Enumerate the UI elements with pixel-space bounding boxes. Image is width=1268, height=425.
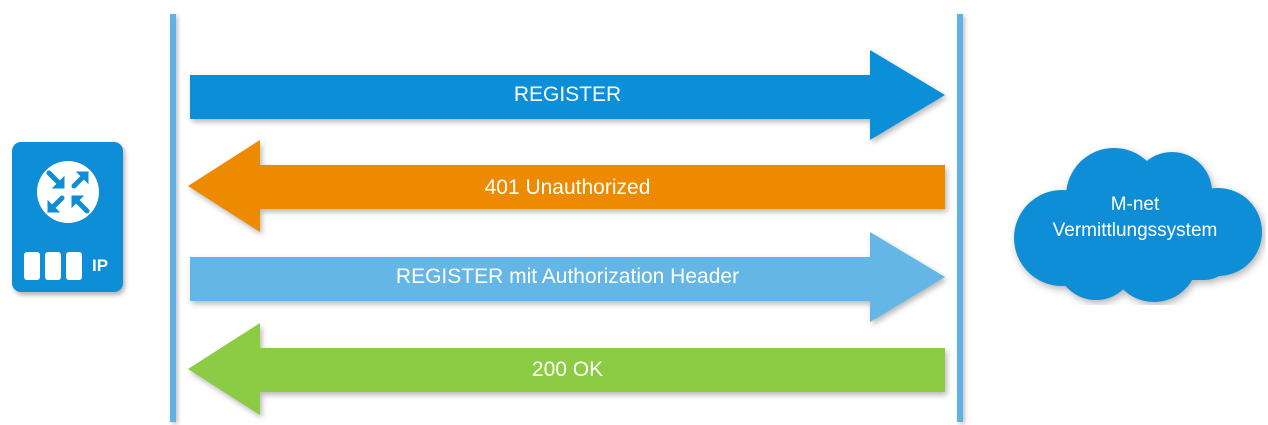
server-label-line1: M-net xyxy=(1110,194,1160,215)
server-label-line2: Vermittlungssystem xyxy=(1052,220,1218,241)
message-label: 200 OK xyxy=(531,358,604,381)
ip-device: IP xyxy=(12,142,123,292)
message-label: REGISTER mit Authorization Header xyxy=(395,265,740,288)
device-lifeline xyxy=(170,14,176,422)
server-cloud: M-net Vermittlungssystem xyxy=(1004,140,1266,305)
server-lifeline xyxy=(957,14,963,422)
message-401-unauthorized: 401 Unauthorized xyxy=(180,138,955,238)
message-register: REGISTER xyxy=(180,45,955,145)
message-label: REGISTER xyxy=(513,83,622,106)
message-label: 401 Unauthorized xyxy=(484,176,651,199)
device-ip-label: IP xyxy=(92,256,109,275)
message-200-ok: 200 OK xyxy=(180,320,955,420)
server-label: M-net Vermittlungssystem xyxy=(1004,192,1266,244)
sip-registration-diagram: IP REGISTER 401 Unauthorized REGISTER mi… xyxy=(0,0,1268,425)
message-register-authorization: REGISTER mit Authorization Header xyxy=(180,227,955,327)
